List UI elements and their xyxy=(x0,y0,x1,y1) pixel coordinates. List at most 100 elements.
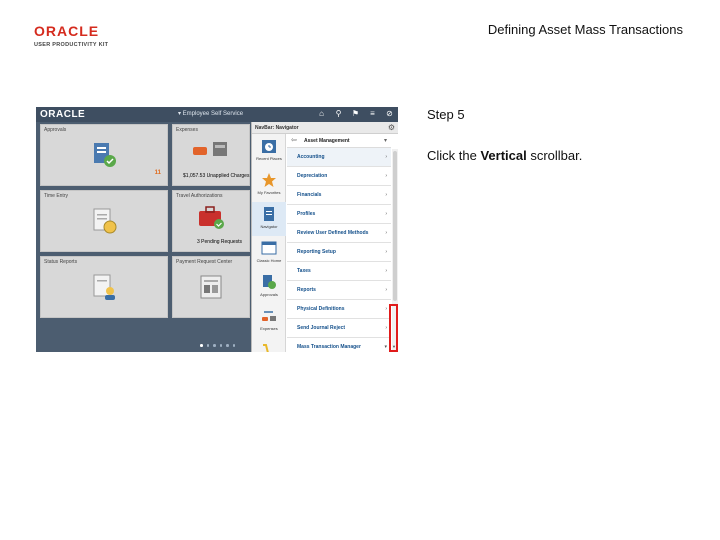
nav-item-profiles[interactable]: Profiles › xyxy=(287,205,391,224)
expenses-icon xyxy=(193,142,227,157)
app-topbar: ORACLE ▾ Employee Self Service ⌂ ⚲ ⚑ ≡ ⊘ xyxy=(36,107,398,122)
tile-title: Expenses xyxy=(176,127,198,133)
payment-request-icon xyxy=(200,275,222,299)
tile-title: Time Entry xyxy=(44,193,68,199)
nav-item-send-journal-reject[interactable]: Send Journal Reject › xyxy=(287,319,391,338)
menu-icon[interactable]: ≡ xyxy=(368,109,377,119)
rail-item-approvals[interactable]: Approvals xyxy=(252,270,286,304)
rail-item-my-favorites[interactable]: My Favorites xyxy=(252,168,286,202)
nav-item-physical-definitions[interactable]: Physical Definitions › xyxy=(287,300,391,319)
rail-item-navigator[interactable]: Navigator xyxy=(252,202,286,236)
nav-item-review-user-defined-methods[interactable]: Review User Defined Methods › xyxy=(287,224,391,243)
briefcase-icon xyxy=(199,206,224,230)
homepage-selector[interactable]: ▾ Employee Self Service xyxy=(178,110,243,117)
scrollbar-highlight: ▼ xyxy=(389,304,398,352)
rail-label: Navigator xyxy=(260,224,278,229)
nav-item-label: Review User Defined Methods xyxy=(297,230,369,236)
step-instruction: Click the Vertical scrollbar. xyxy=(427,148,582,163)
nav-item-label: Send Journal Reject xyxy=(297,325,346,331)
rail-label: My Favorites xyxy=(257,190,281,195)
instruction-prefix: Click the xyxy=(427,148,481,163)
tile-expenses[interactable]: Expenses $1,057.53 Unapplied Charges xyxy=(172,124,250,186)
rail-item-classic-home[interactable]: Classic Home xyxy=(252,236,286,270)
rail-item-partial[interactable] xyxy=(252,338,286,352)
nav-item-mass-transaction-manager[interactable]: Mass Transaction Manager ▾ xyxy=(287,338,391,352)
tile-title: Approvals xyxy=(44,127,67,133)
nav-item-financials[interactable]: Financials › xyxy=(287,186,391,205)
flag-icon[interactable]: ⚑ xyxy=(351,109,360,119)
nav-item-label: Financials xyxy=(297,192,322,198)
page-dot[interactable] xyxy=(219,344,222,347)
navbar-panel: NavBar: Navigator ⚙ Recent Places My Fav… xyxy=(251,122,398,352)
nav-item-label: Physical Definitions xyxy=(297,306,345,312)
chevron-right-icon: › xyxy=(385,306,387,312)
step-number: Step 5 xyxy=(427,107,465,122)
navbar-title: NavBar: Navigator xyxy=(255,125,299,131)
clock-icon xyxy=(262,140,276,153)
navbar-rail: Recent Places My Favorites Navigator Cla… xyxy=(252,134,286,352)
nav-item-label: Taxes xyxy=(297,268,311,274)
submenu-title: Asset Management xyxy=(304,138,350,144)
tile-approvals[interactable]: Approvals 11 xyxy=(40,124,168,186)
logo-brand: ORACLE xyxy=(34,23,100,39)
page-dot[interactable] xyxy=(206,344,209,347)
rail-item-expenses[interactable]: Expenses xyxy=(252,304,286,338)
tile-time-entry[interactable]: Time Entry xyxy=(40,190,168,252)
oracle-upk-logo: ORACLE USER PRODUCTIVITY KIT xyxy=(34,24,126,48)
nav-item-accounting[interactable]: Accounting › xyxy=(287,148,391,167)
nav-item-label: Accounting xyxy=(297,154,325,160)
tile-status-reports[interactable]: Status Reports xyxy=(40,256,168,318)
page-dot[interactable] xyxy=(200,344,203,347)
back-arrow-icon[interactable]: ⇦ xyxy=(291,136,297,144)
page-dot[interactable] xyxy=(232,344,235,347)
logo-subtitle: USER PRODUCTIVITY KIT xyxy=(34,42,109,48)
nav-item-reports[interactable]: Reports › xyxy=(287,281,391,300)
nav-item-depreciation[interactable]: Depreciation › xyxy=(287,167,391,186)
gear-icon[interactable]: ⚙ xyxy=(388,123,395,132)
compass-icon[interactable]: ⊘ xyxy=(385,109,394,119)
nav-item-taxes[interactable]: Taxes › xyxy=(287,262,391,281)
tile-travel-authorizations[interactable]: Travel Authorizations 3 Pending Requests xyxy=(172,190,250,252)
chevron-right-icon: › xyxy=(385,268,387,274)
nav-item-label: Mass Transaction Manager xyxy=(297,344,361,350)
expenses-footer: $1,057.53 Unapplied Charges xyxy=(183,173,250,179)
approvals-icon xyxy=(263,275,276,289)
page-dot[interactable] xyxy=(213,344,216,347)
nav-item-reporting-setup[interactable]: Reporting Setup › xyxy=(287,243,391,262)
rail-label: Expenses xyxy=(260,326,278,331)
tile-title: Payment Request Center xyxy=(176,259,233,265)
nav-item-label: Reports xyxy=(297,287,316,293)
chevron-right-icon: › xyxy=(385,230,387,236)
app-logo: ORACLE xyxy=(40,109,86,120)
scrollbar-thumb[interactable] xyxy=(393,151,397,301)
tile-title: Status Reports xyxy=(44,259,78,265)
navbar-header: NavBar: Navigator ⚙ xyxy=(252,122,398,134)
chevron-right-icon: › xyxy=(385,249,387,255)
navigator-subheader: ⇦ Asset Management ▾ xyxy=(287,134,391,148)
chevron-right-icon: › xyxy=(385,192,387,198)
navigator-list: ⇦ Asset Management ▾ Accounting › Depreci… xyxy=(287,134,391,352)
approvals-count: 11 xyxy=(154,170,161,176)
collapse-icon[interactable]: ▾ xyxy=(384,137,387,144)
timesheet-icon xyxy=(93,208,117,234)
tile-title: Travel Authorizations xyxy=(176,193,223,199)
rail-item-recent-places[interactable]: Recent Places xyxy=(252,134,286,168)
chevron-right-icon: › xyxy=(385,154,387,160)
scroll-down-arrow-icon[interactable]: ▼ xyxy=(392,345,396,349)
rail-label: Recent Places xyxy=(256,156,282,161)
window-icon xyxy=(261,241,277,255)
page-indicator[interactable] xyxy=(200,344,235,347)
home-icon[interactable]: ⌂ xyxy=(317,109,326,119)
page-dot[interactable] xyxy=(226,344,229,347)
plane-icon xyxy=(262,311,276,321)
slide: ORACLE USER PRODUCTIVITY KIT Defining As… xyxy=(0,0,720,540)
document-icon xyxy=(264,207,274,221)
chevron-right-icon: › xyxy=(385,211,387,217)
search-icon[interactable]: ⚲ xyxy=(334,109,343,119)
instruction-suffix: scrollbar. xyxy=(526,148,583,163)
chevron-right-icon: › xyxy=(385,325,387,331)
travel-footer: 3 Pending Requests xyxy=(197,239,243,245)
instruction-target: Vertical xyxy=(480,148,527,163)
tile-payment-request-center[interactable]: Payment Request Center xyxy=(172,256,250,318)
status-report-icon xyxy=(93,274,115,300)
